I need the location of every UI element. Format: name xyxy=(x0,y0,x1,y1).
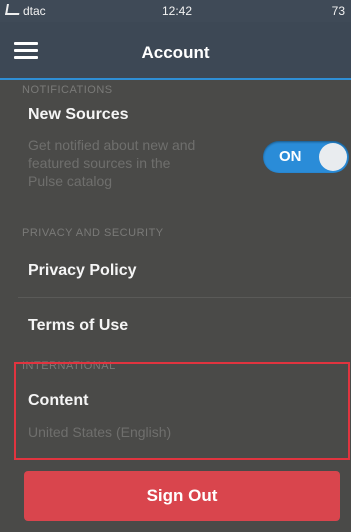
status-bar: dtac 12:42 73 xyxy=(0,0,351,22)
new-sources-description-line1: Get notified about new and xyxy=(28,137,196,153)
terms-of-use-link[interactable]: Terms of Use xyxy=(28,317,128,335)
toggle-state-label: ON xyxy=(279,148,302,165)
new-sources-title: New Sources xyxy=(28,106,129,123)
new-sources-description-line2: featured sources in the xyxy=(28,155,171,171)
status-time: 12:42 xyxy=(162,4,193,18)
section-header-notifications: NOTIFICATIONS xyxy=(22,84,113,96)
page-title: Account xyxy=(141,43,210,62)
sign-out-button[interactable]: Sign Out xyxy=(24,471,340,521)
nav-bar: Account xyxy=(0,22,351,80)
divider xyxy=(18,297,351,298)
battery-level: 73 xyxy=(331,4,345,18)
section-header-privacy: PRIVACY AND SECURITY xyxy=(22,227,164,239)
content-value: United States (English) xyxy=(28,424,172,440)
signal-icon xyxy=(5,4,21,15)
carrier-name: dtac xyxy=(23,4,46,18)
new-sources-description-line3: Pulse catalog xyxy=(28,173,113,189)
content-setting-row[interactable] xyxy=(14,362,350,460)
content-title: Content xyxy=(28,392,89,409)
toggle-knob xyxy=(319,143,347,171)
new-sources-toggle[interactable]: ON xyxy=(263,141,349,173)
carrier-indicator: dtac xyxy=(5,4,46,18)
privacy-policy-link[interactable]: Privacy Policy xyxy=(28,262,137,280)
